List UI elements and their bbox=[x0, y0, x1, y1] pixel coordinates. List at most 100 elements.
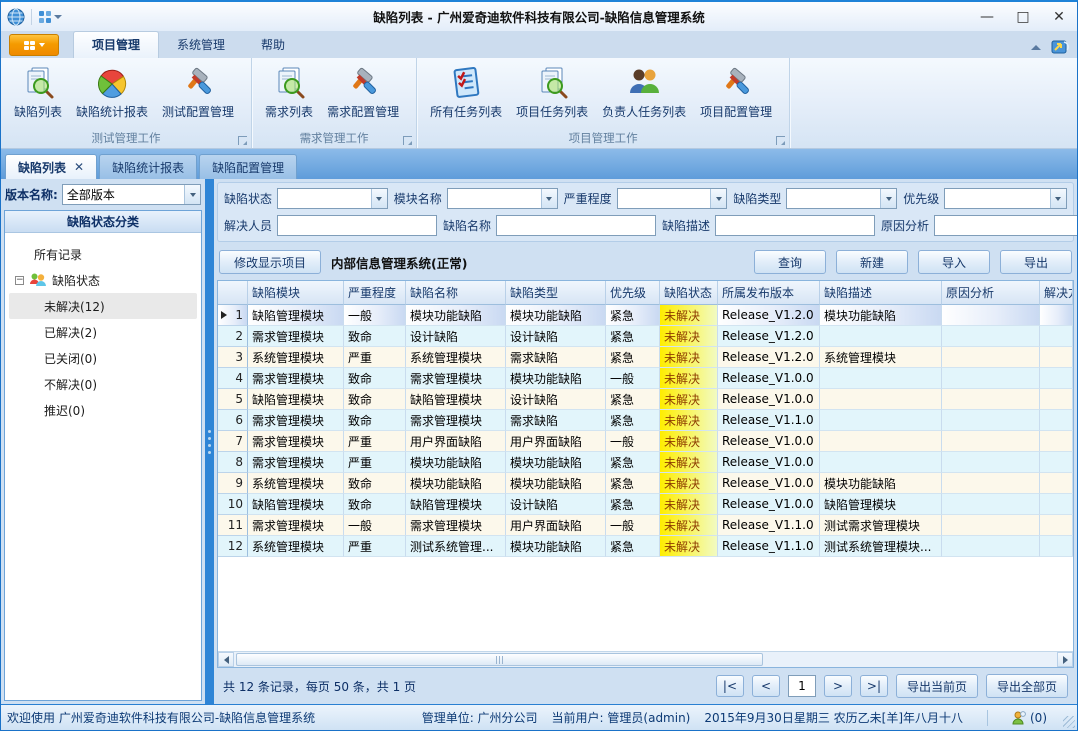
collapse-expander-icon[interactable]: − bbox=[15, 276, 24, 285]
application-menu-button[interactable] bbox=[9, 34, 59, 56]
tree-item[interactable]: 未解决(12) bbox=[9, 293, 197, 319]
dialog-launcher-icon[interactable] bbox=[403, 136, 412, 145]
缺陷名称-input[interactable] bbox=[496, 215, 656, 236]
table-row[interactable]: 12系统管理模块严重测试系统管理...模块功能缺陷紧急未解决Release_V1… bbox=[218, 536, 1073, 557]
严重程度-combobox[interactable] bbox=[617, 188, 728, 209]
tree-item-label: 已关闭(0) bbox=[44, 350, 97, 367]
负责人任务列表-button[interactable]: 负责人任务列表 bbox=[595, 62, 693, 123]
测试配置管理-button[interactable]: 测试配置管理 bbox=[155, 62, 241, 123]
tree-item[interactable]: 已解决(2) bbox=[9, 319, 197, 345]
table-cell: 致命 bbox=[344, 410, 406, 431]
modify-display-items-button[interactable]: 修改显示项目 bbox=[219, 250, 321, 274]
last-page-button[interactable]: >| bbox=[860, 675, 888, 697]
dialog-launcher-icon[interactable] bbox=[238, 136, 247, 145]
document-tab[interactable]: 缺陷列表✕ bbox=[5, 154, 97, 179]
next-page-button[interactable]: > bbox=[824, 675, 852, 697]
table-cell: 未解决 bbox=[660, 536, 718, 557]
需求配置管理-button[interactable]: 需求配置管理 bbox=[320, 62, 406, 123]
column-header[interactable]: 优先级 bbox=[606, 281, 660, 305]
ribbon-button-label: 缺陷统计报表 bbox=[76, 103, 148, 120]
filter-field: 严重程度 bbox=[564, 188, 728, 209]
column-header[interactable]: 原因分析 bbox=[942, 281, 1040, 305]
tree-item[interactable]: 推迟(0) bbox=[9, 397, 197, 423]
column-header[interactable]: 缺陷名称 bbox=[406, 281, 506, 305]
export-all-pages-button[interactable]: 导出全部页 bbox=[986, 674, 1068, 698]
table-row[interactable]: 10缺陷管理模块致命缺陷管理模块设计缺陷紧急未解决Release_V1.0.0缺… bbox=[218, 494, 1073, 515]
缺陷列表-button[interactable]: 缺陷列表 bbox=[7, 62, 69, 123]
prev-page-button[interactable]: < bbox=[752, 675, 780, 697]
优先级-combobox[interactable] bbox=[944, 188, 1067, 209]
table-row[interactable]: 9系统管理模块致命模块功能缺陷模块功能缺陷紧急未解决Release_V1.0.0… bbox=[218, 473, 1073, 494]
缺陷描述-input[interactable] bbox=[715, 215, 875, 236]
scroll-left-icon[interactable] bbox=[218, 652, 234, 667]
ribbon-tab[interactable]: 系统管理 bbox=[159, 32, 243, 58]
缺陷状态-combobox[interactable] bbox=[277, 188, 388, 209]
column-header[interactable]: 缺陷类型 bbox=[506, 281, 606, 305]
message-indicator[interactable]: (0) bbox=[1012, 711, 1047, 725]
column-header[interactable]: 缺陷模块 bbox=[248, 281, 344, 305]
column-header[interactable]: 缺陷状态 bbox=[660, 281, 718, 305]
horizontal-scrollbar[interactable] bbox=[218, 651, 1073, 667]
ribbon-help-icon[interactable] bbox=[1051, 39, 1069, 55]
new-button[interactable]: 新建 bbox=[836, 250, 908, 274]
page-number-input[interactable] bbox=[788, 675, 816, 697]
sidebar-splitter[interactable] bbox=[205, 179, 214, 704]
chevron-down-icon[interactable] bbox=[710, 189, 726, 208]
tree-item[interactable]: 已关闭(0) bbox=[9, 345, 197, 371]
document-tab[interactable]: 缺陷统计报表 bbox=[99, 154, 197, 179]
resize-grip[interactable] bbox=[1063, 716, 1075, 728]
table-cell: 用户界面缺陷 bbox=[406, 431, 506, 452]
close-tab-icon[interactable]: ✕ bbox=[74, 160, 84, 174]
tree-item-label: 所有记录 bbox=[34, 246, 82, 263]
table-row[interactable]: 8需求管理模块严重模块功能缺陷模块功能缺陷紧急未解决Release_V1.0.0 bbox=[218, 452, 1073, 473]
maximize-button[interactable]: □ bbox=[1005, 4, 1041, 30]
defect-grid: 缺陷模块严重程度缺陷名称缺陷类型优先级缺陷状态所属发布版本缺陷描述原因分析解决方… bbox=[217, 280, 1074, 668]
export-current-page-button[interactable]: 导出当前页 bbox=[896, 674, 978, 698]
需求列表-button[interactable]: 需求列表 bbox=[258, 62, 320, 123]
scrollbar-thumb[interactable] bbox=[236, 653, 763, 666]
version-combobox[interactable]: 全部版本 bbox=[62, 184, 201, 205]
query-button[interactable]: 查询 bbox=[754, 250, 826, 274]
table-row[interactable]: 1缺陷管理模块一般模块功能缺陷模块功能缺陷紧急未解决Release_V1.2.0… bbox=[218, 305, 1073, 326]
scroll-right-icon[interactable] bbox=[1057, 652, 1073, 667]
collapse-ribbon-icon[interactable] bbox=[1031, 45, 1041, 50]
filter-field: 缺陷类型 bbox=[733, 188, 897, 209]
column-header[interactable]: 严重程度 bbox=[344, 281, 406, 305]
模块名称-combobox[interactable] bbox=[447, 188, 558, 209]
所有任务列表-button[interactable]: 所有任务列表 bbox=[423, 62, 509, 123]
tree-item[interactable]: 所有记录 bbox=[9, 241, 197, 267]
缺陷类型-combobox[interactable] bbox=[786, 188, 897, 209]
first-page-button[interactable]: |< bbox=[716, 675, 744, 697]
table-row[interactable]: 7需求管理模块严重用户界面缺陷用户界面缺陷一般未解决Release_V1.0.0 bbox=[218, 431, 1073, 452]
table-row[interactable]: 11需求管理模块一般需求管理模块用户界面缺陷一般未解决Release_V1.1.… bbox=[218, 515, 1073, 536]
tree-item[interactable]: 不解决(0) bbox=[9, 371, 197, 397]
import-button[interactable]: 导入 bbox=[918, 250, 990, 274]
原因分析-input[interactable] bbox=[934, 215, 1078, 236]
document-tab[interactable]: 缺陷配置管理 bbox=[199, 154, 297, 179]
chevron-down-icon[interactable] bbox=[541, 189, 557, 208]
table-row[interactable]: 3系统管理模块严重系统管理模块需求缺陷紧急未解决Release_V1.2.0系统… bbox=[218, 347, 1073, 368]
ribbon-tab[interactable]: 项目管理 bbox=[73, 31, 159, 58]
quick-access-grid-icon[interactable] bbox=[38, 10, 62, 24]
table-row[interactable]: 2需求管理模块致命设计缺陷设计缺陷紧急未解决Release_V1.2.0 bbox=[218, 326, 1073, 347]
解决人员-input[interactable] bbox=[277, 215, 437, 236]
项目配置管理-button[interactable]: 项目配置管理 bbox=[693, 62, 779, 123]
dialog-launcher-icon[interactable] bbox=[776, 136, 785, 145]
ribbon-tab[interactable]: 帮助 bbox=[243, 32, 303, 58]
close-button[interactable]: ✕ bbox=[1041, 4, 1077, 30]
chevron-down-icon[interactable] bbox=[371, 189, 387, 208]
minimize-button[interactable]: — bbox=[969, 4, 1005, 30]
column-header[interactable]: 所属发布版本 bbox=[718, 281, 820, 305]
chevron-down-icon[interactable] bbox=[880, 189, 896, 208]
table-row[interactable]: 4需求管理模块致命需求管理模块模块功能缺陷一般未解决Release_V1.0.0 bbox=[218, 368, 1073, 389]
column-header[interactable]: 缺陷描述 bbox=[820, 281, 942, 305]
tree-item[interactable]: −缺陷状态 bbox=[9, 267, 197, 293]
chevron-down-icon[interactable] bbox=[184, 185, 200, 204]
chevron-down-icon[interactable] bbox=[1050, 189, 1066, 208]
export-button[interactable]: 导出 bbox=[1000, 250, 1072, 274]
table-row[interactable]: 6需求管理模块致命需求管理模块需求缺陷紧急未解决Release_V1.1.0 bbox=[218, 410, 1073, 431]
table-row[interactable]: 5缺陷管理模块致命缺陷管理模块设计缺陷紧急未解决Release_V1.0.0 bbox=[218, 389, 1073, 410]
column-header[interactable]: 解决方法 bbox=[1040, 281, 1073, 305]
缺陷统计报表-button[interactable]: 缺陷统计报表 bbox=[69, 62, 155, 123]
项目任务列表-button[interactable]: 项目任务列表 bbox=[509, 62, 595, 123]
